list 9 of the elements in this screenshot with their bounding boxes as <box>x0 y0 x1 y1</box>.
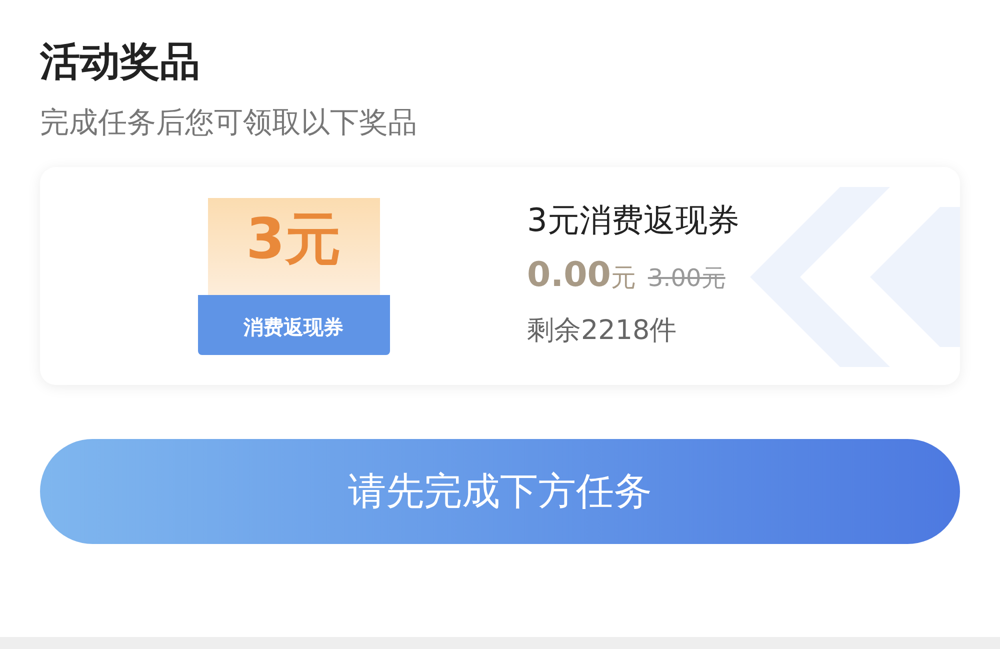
coupon-label: 消费返现券 <box>244 314 344 340</box>
coupon-amount: 3元 <box>246 212 341 268</box>
complete-task-button[interactable]: 请先完成下方任务 <box>40 439 960 544</box>
section-title: 活动奖品 <box>40 42 200 82</box>
prize-name: 3元消费返现券 <box>527 200 740 240</box>
section-subtitle: 完成任务后您可领取以下奖品 <box>40 108 417 137</box>
original-price: 3.00元 <box>648 263 726 294</box>
stock-count: 剩余2218件 <box>527 314 678 348</box>
current-price: 0.00元 <box>527 254 636 298</box>
